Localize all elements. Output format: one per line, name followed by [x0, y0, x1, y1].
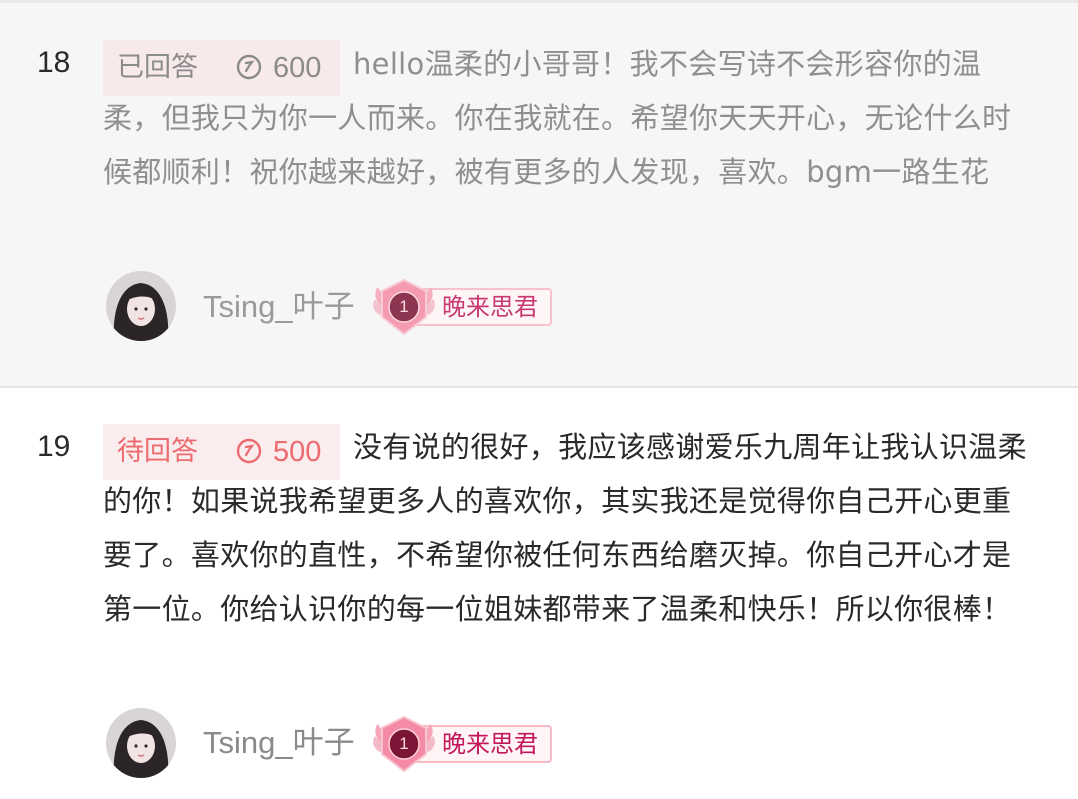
badge-title: 晚来思君 — [442, 730, 538, 758]
answer-text: hello温柔的小哥哥！我不会写诗不会形容你的温柔，但我只为你一人而来。你在我就… — [103, 47, 1012, 189]
badge-level: 1 — [399, 734, 409, 753]
badge-title: 晚来思君 — [442, 293, 538, 321]
avatar[interactable] — [106, 708, 176, 778]
answer-card-18[interactable]: 18 已回答 600 hello温柔的小哥哥！我不会写诗不会形容你的温柔，但我只… — [0, 3, 1078, 387]
answer-text: 没有说的很好，我应该感谢爱乐九周年让我认识温柔的你！如果说我希望更多人的喜欢你，… — [103, 430, 1027, 626]
user-name[interactable]: Tsing_叶子 — [203, 726, 355, 760]
user-badge: 1 晚来思君 — [372, 277, 554, 337]
badge-level: 1 — [399, 297, 409, 316]
user-name[interactable]: Tsing_叶子 — [203, 290, 355, 324]
answer-number: 18 — [37, 46, 71, 79]
answer-card-19[interactable]: 19 待回答 500 没有说的很好，我应该感谢爱乐九周年让我认识温柔的你！如果说… — [0, 388, 1078, 799]
answer-number: 19 — [37, 430, 71, 463]
avatar[interactable] — [106, 271, 176, 341]
user-badge: 1 晚来思君 — [372, 714, 554, 774]
